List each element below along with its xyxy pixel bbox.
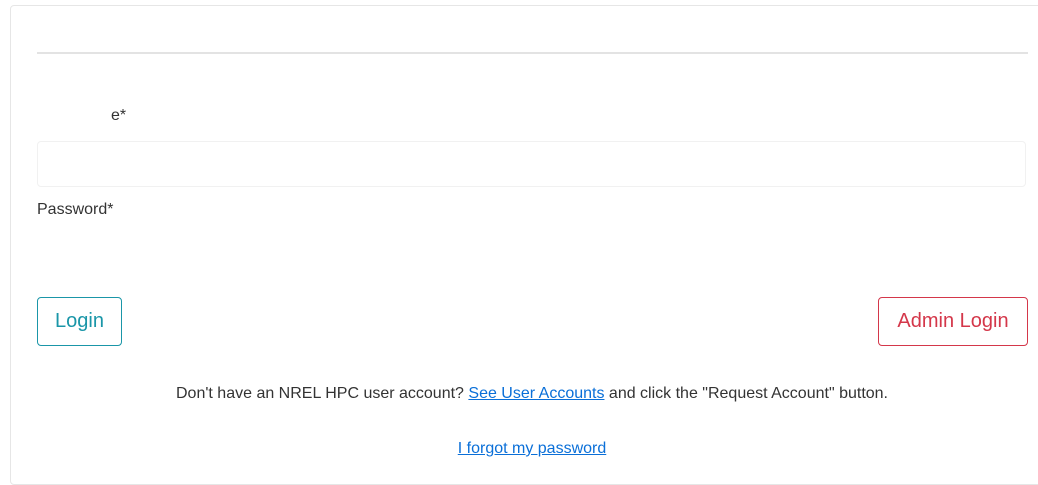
forgot-password-link[interactable]: I forgot my password [458,440,607,457]
username-label: e* [111,107,127,124]
login-button[interactable]: Login [37,297,122,346]
account-info-text: Don't have an NREL HPC user account? See… [0,384,1038,404]
account-info-suffix: and click the "Request Account" button. [604,385,888,402]
admin-login-button[interactable]: Admin Login [878,297,1028,346]
password-label: Password* [37,201,114,218]
see-user-accounts-link[interactable]: See User Accounts [468,385,604,402]
account-info-prefix: Don't have an NREL HPC user account? [176,385,469,402]
password-input[interactable] [37,232,1026,278]
username-input[interactable] [37,141,1026,187]
header-divider [37,52,1028,54]
forgot-password-row: I forgot my password [0,439,1038,459]
